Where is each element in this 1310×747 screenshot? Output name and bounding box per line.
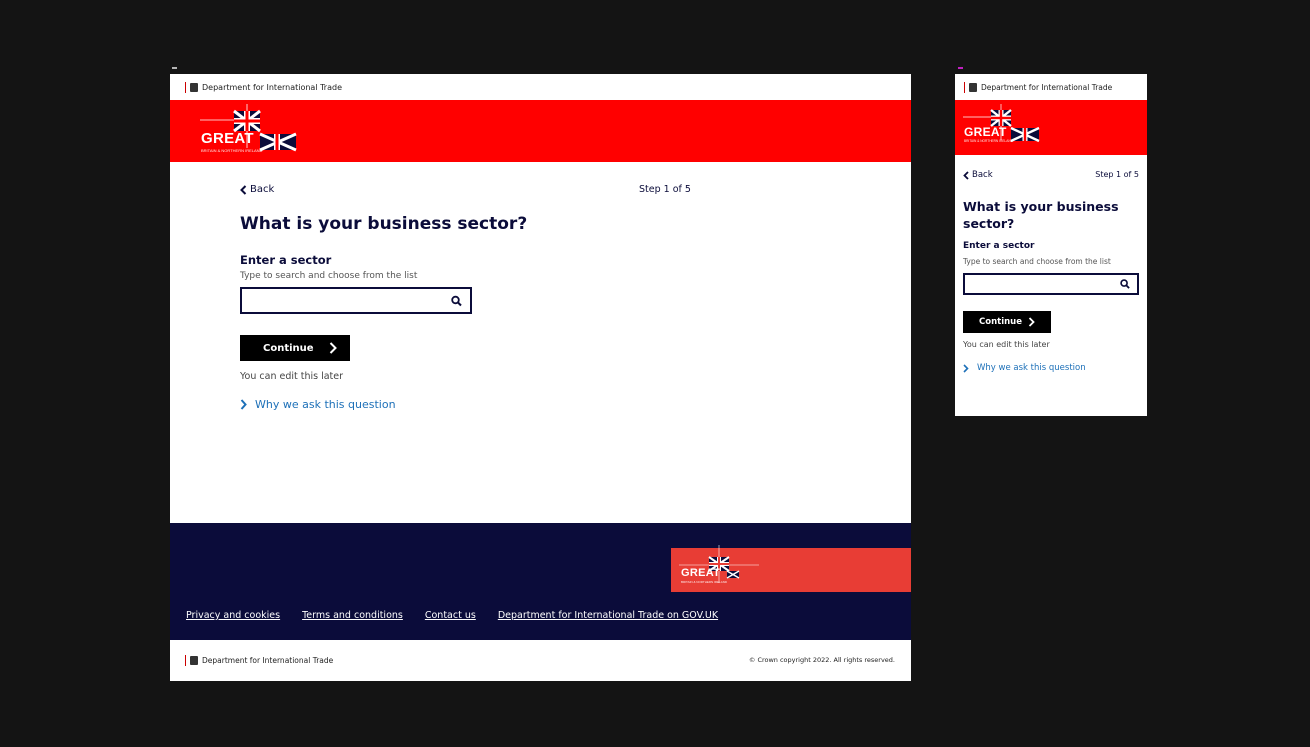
royal-crest-icon (190, 656, 198, 665)
footer-link-contact[interactable]: Contact us (425, 610, 476, 621)
desktop-frame: Department for International Trade GREAT… (170, 74, 911, 681)
continue-button[interactable]: Continue (963, 311, 1051, 333)
why-we-ask-toggle[interactable]: Why we ask this question (240, 398, 396, 411)
sector-field-label: Enter a sector (240, 253, 332, 267)
great-logo[interactable]: GREAT BRITAIN & NORTHERN IRELAND (963, 104, 1043, 149)
back-label: Back (972, 170, 993, 180)
footer-great-logo[interactable]: GREAT BRITAIN & NORTHERN IRELAND (679, 545, 759, 585)
chevron-left-icon (240, 184, 247, 195)
department-name: Department for International Trade (981, 82, 1113, 92)
continue-label: Continue (979, 317, 1022, 327)
sub-footer: Department for International Trade © Cro… (170, 640, 911, 681)
back-label: Back (250, 184, 275, 195)
chevron-right-icon (963, 363, 969, 373)
back-link[interactable]: Back (963, 170, 993, 180)
footer-link-privacy[interactable]: Privacy and cookies (186, 610, 280, 621)
dit-top-bar: Department for International Trade (170, 74, 911, 100)
sector-search-input[interactable] (242, 289, 470, 312)
footer-logo-subtitle: BRITAIN & NORTHERN IRELAND (681, 580, 728, 584)
footer-logo-text: GREAT (681, 567, 721, 579)
continue-button[interactable]: Continue (240, 335, 350, 361)
footer-link-gov-uk[interactable]: Department for International Trade on GO… (498, 610, 718, 621)
copyright-notice: © Crown copyright 2022. All rights reser… (748, 656, 895, 664)
sector-field-hint: Type to search and choose from the list (963, 257, 1111, 266)
why-we-ask-label: Why we ask this question (977, 363, 1086, 373)
royal-crest-icon (969, 82, 977, 92)
footer-link-terms[interactable]: Terms and conditions (302, 610, 403, 621)
footer-department-name: Department for International Trade (202, 656, 334, 665)
sector-field-hint: Type to search and choose from the list (240, 271, 418, 281)
desktop-frame-marker (172, 67, 177, 69)
logo-text: GREAT (964, 125, 1007, 139)
sector-field-label: Enter a sector (963, 241, 1035, 251)
step-indicator: Step 1 of 5 (1095, 170, 1139, 179)
why-we-ask-label: Why we ask this question (255, 398, 396, 411)
logo-subtitle: BRITAIN & NORTHERN IRELAND (201, 148, 263, 153)
chevron-right-icon (329, 342, 337, 354)
why-we-ask-toggle[interactable]: Why we ask this question (963, 363, 1086, 373)
mobile-frame: Department for International Trade GREAT (955, 74, 1147, 416)
union-flag-icon (679, 545, 759, 583)
back-link[interactable]: Back (240, 184, 274, 195)
red-rule (964, 81, 965, 93)
sector-search-box (240, 287, 472, 314)
footer-links: Privacy and cookies Terms and conditions… (186, 610, 718, 621)
department-name: Department for International Trade (202, 82, 342, 92)
continue-label: Continue (263, 343, 314, 354)
edit-later-note: You can edit this later (963, 340, 1050, 349)
page-title: What is your business sector? (963, 199, 1119, 231)
site-footer: GREAT BRITAIN & NORTHERN IRELAND Privacy… (170, 523, 911, 640)
header-banner: GREAT BRITAIN & NORTHERN IRELAND (955, 100, 1147, 155)
header-banner: GREAT BRITAIN & NORTHERN IRELAND (170, 100, 911, 162)
sector-search-box (963, 273, 1139, 295)
red-rule (185, 81, 186, 93)
royal-crest-icon (190, 82, 198, 92)
page-title: What is your business sector? (240, 214, 528, 234)
mobile-frame-marker (958, 67, 963, 69)
red-rule (185, 655, 186, 666)
chevron-left-icon (963, 170, 969, 180)
edit-later-note: You can edit this later (240, 371, 344, 382)
dit-top-bar: Department for International Trade (955, 74, 1147, 100)
chevron-right-icon (240, 399, 247, 410)
logo-text: GREAT (201, 130, 254, 147)
sector-search-input[interactable] (965, 276, 1137, 295)
search-icon[interactable] (451, 295, 462, 306)
great-logo[interactable]: GREAT BRITAIN & NORTHERN IRELAND (200, 104, 300, 156)
chevron-right-icon (1028, 317, 1035, 327)
search-icon[interactable] (1120, 279, 1130, 289)
logo-subtitle: BRITAIN & NORTHERN IRELAND (964, 139, 1013, 143)
step-indicator: Step 1 of 5 (639, 184, 691, 195)
